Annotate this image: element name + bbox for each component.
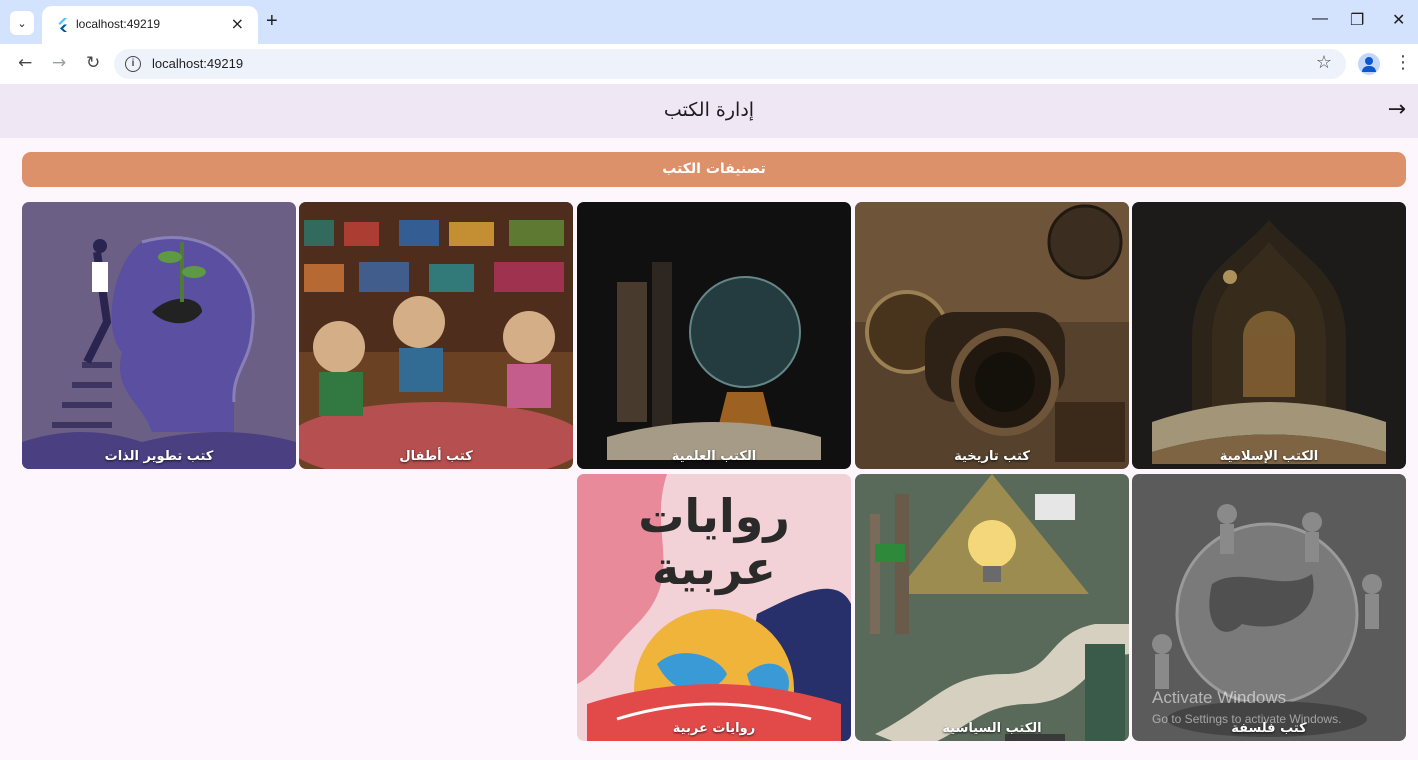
category-card-history[interactable]: كتب تاريخية <box>855 202 1129 469</box>
restore-button[interactable]: ❐ <box>1350 10 1364 30</box>
tab-close-icon[interactable]: × <box>231 14 244 33</box>
category-label: الكتب العلمية <box>671 449 757 464</box>
category-card-self-development[interactable]: كتب تطوير الذات <box>22 202 296 469</box>
back-arrow-icon[interactable]: → <box>1388 97 1406 122</box>
arabic-novels-image: روايات عربية <box>577 474 851 741</box>
category-card-political[interactable]: الكتب السياسية <box>855 474 1129 741</box>
cover-title-line2: عربية <box>652 541 776 595</box>
category-card-islamic[interactable]: الكتب الإسلامية <box>1132 202 1406 469</box>
political-books-image <box>855 474 1129 741</box>
site-info-icon[interactable]: i <box>125 56 141 72</box>
browser-tab-bar: ⌄ localhost:49219 × + — ❐ ✕ <box>0 0 1418 44</box>
category-label: كتب تاريخية <box>954 449 1030 464</box>
minimize-button[interactable]: — <box>1312 10 1328 28</box>
category-label: الكتب السياسية <box>942 721 1042 736</box>
activate-windows-hint: Go to Settings to activate Windows. <box>1152 712 1342 726</box>
category-label: روايات عربية <box>672 721 756 736</box>
browser-menu-icon[interactable]: ⋮ <box>1394 52 1412 73</box>
categories-header: تصنيفات الكتب <box>22 152 1406 187</box>
tab-title: localhost:49219 <box>76 17 161 31</box>
category-card-arabic-novels[interactable]: روايات عربية روايات عربية <box>577 474 851 741</box>
categories-title: تصنيفات الكتب <box>662 161 766 177</box>
activate-windows-watermark: Activate Windows <box>1152 688 1287 707</box>
category-label: كتب تطوير الذات <box>104 449 214 464</box>
category-label: الكتب الإسلامية <box>1219 449 1319 464</box>
reload-icon[interactable]: ↻ <box>86 53 100 73</box>
history-books-image <box>855 202 1129 469</box>
bookmark-star-icon[interactable]: ☆ <box>1316 52 1332 73</box>
profile-avatar-icon[interactable] <box>1358 53 1380 75</box>
browser-tab[interactable]: localhost:49219 × <box>42 6 258 44</box>
back-arrow-icon[interactable]: ← <box>18 53 32 73</box>
islamic-books-image <box>1132 202 1406 469</box>
address-bar[interactable]: i localhost:49219 ☆ <box>114 49 1346 79</box>
page-title: إدارة الكتب <box>663 99 755 121</box>
url-text: localhost:49219 <box>152 56 244 71</box>
new-tab-button[interactable]: + <box>266 10 278 33</box>
category-card-science[interactable]: الكتب العلمية <box>577 202 851 469</box>
browser-toolbar: ← → ↻ i localhost:49219 ☆ ⋮ <box>0 44 1418 84</box>
close-window-button[interactable]: ✕ <box>1392 10 1405 30</box>
cover-title-line1: روايات <box>638 489 790 543</box>
tab-search-chevron-icon[interactable]: ⌄ <box>10 11 34 35</box>
category-card-children[interactable]: كتب أطفال <box>299 202 573 469</box>
children-books-image <box>299 202 573 469</box>
science-books-image <box>577 202 851 469</box>
category-label: كتب أطفال <box>399 449 473 464</box>
app-bar: إدارة الكتب → <box>0 84 1418 138</box>
forward-arrow-icon[interactable]: → <box>52 53 66 73</box>
self-development-image <box>22 202 296 469</box>
flutter-icon <box>58 18 67 32</box>
